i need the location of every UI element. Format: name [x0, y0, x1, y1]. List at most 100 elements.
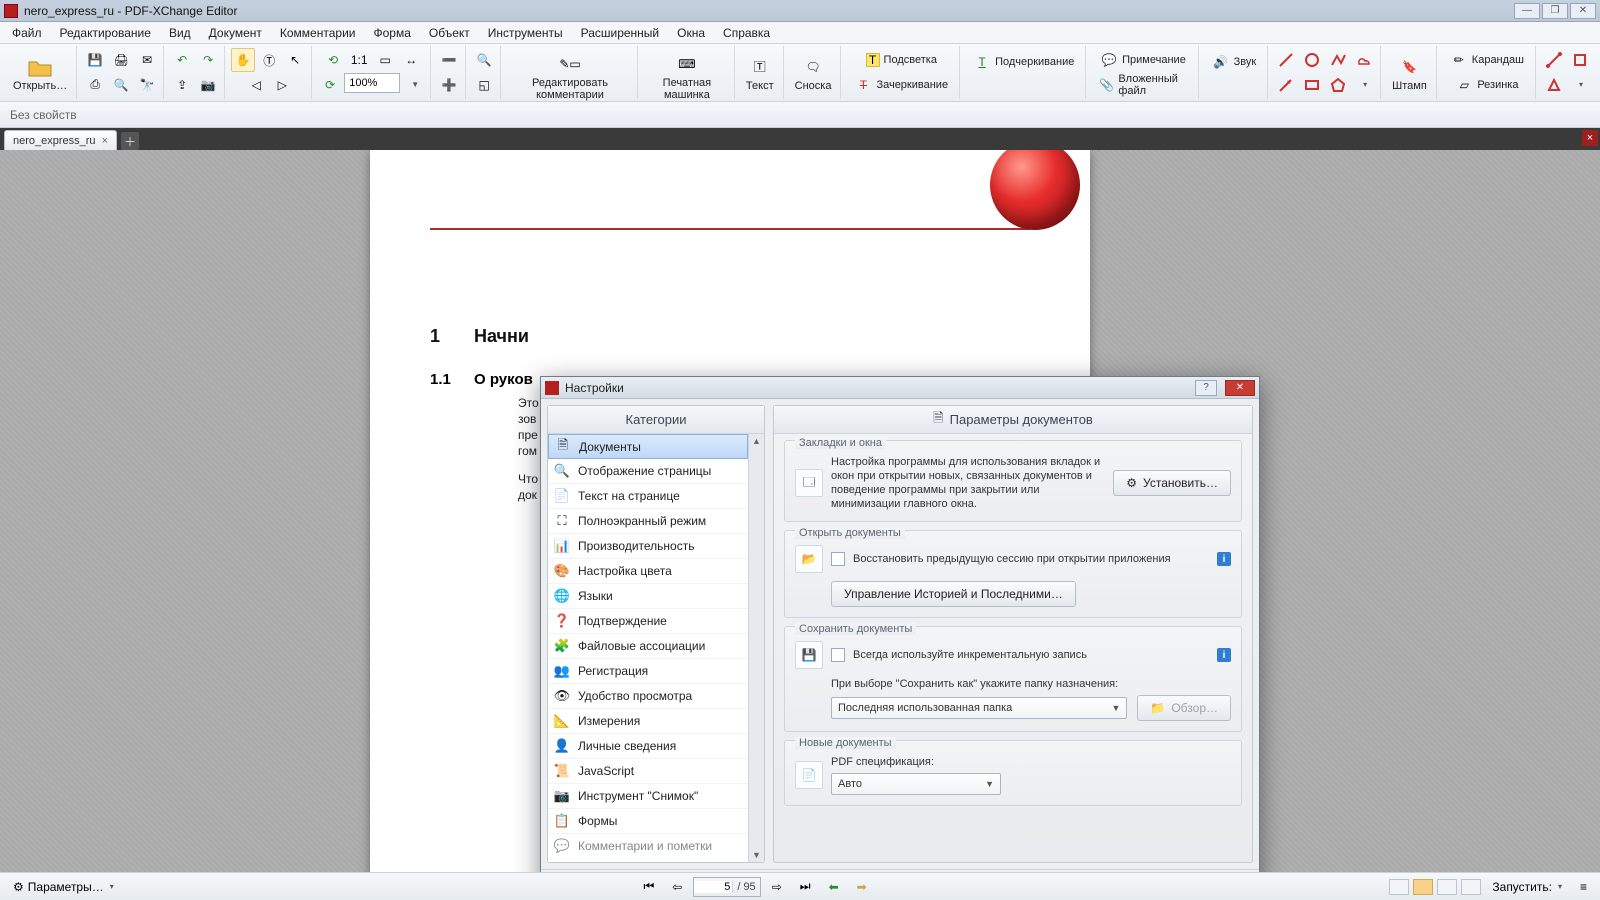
- dialog-close-button[interactable]: ✕: [1225, 380, 1255, 396]
- last-page-button[interactable]: ⏭: [793, 877, 818, 897]
- measure-area-button[interactable]: [1542, 73, 1566, 97]
- close-pane-button[interactable]: ×: [1582, 130, 1598, 146]
- select-text-button[interactable]: Ⓣ: [257, 48, 281, 72]
- category-performance[interactable]: 📊Производительность: [548, 534, 748, 559]
- run-button[interactable]: Запустить: ▾: [1485, 877, 1569, 897]
- shape-more-button[interactable]: ▾: [1352, 73, 1376, 97]
- sound-button[interactable]: 🔊Звук: [1205, 51, 1264, 73]
- pan-zoom-button[interactable]: ◱: [472, 73, 496, 97]
- category-forms[interactable]: 📋Формы: [548, 809, 748, 834]
- redo-button[interactable]: ↷: [196, 48, 220, 72]
- measure-dist-button[interactable]: [1542, 48, 1566, 72]
- menu-edit[interactable]: Редактирование: [52, 24, 159, 42]
- layout-facing-button[interactable]: [1437, 879, 1457, 895]
- search-button[interactable]: 🔍: [109, 73, 133, 97]
- menu-object[interactable]: Объект: [421, 24, 478, 42]
- find-button[interactable]: 🔭: [135, 73, 159, 97]
- category-comments-marks[interactable]: 💬Комментарии и пометки: [548, 834, 748, 859]
- dialog-titlebar[interactable]: Настройки ? ✕: [541, 377, 1259, 399]
- mail-button[interactable]: ✉: [135, 48, 159, 72]
- menu-form[interactable]: Форма: [365, 24, 418, 42]
- new-tab-button[interactable]: ＋: [121, 132, 139, 150]
- info-icon[interactable]: i: [1217, 648, 1231, 662]
- category-file-assoc[interactable]: 🧩Файловые ассоциации: [548, 634, 748, 659]
- sticky-note-button[interactable]: 💬Примечание: [1093, 49, 1193, 71]
- rotate-cw-button[interactable]: ⟳: [318, 73, 342, 97]
- pointer-button[interactable]: ↖: [283, 48, 307, 72]
- next-page-button[interactable]: ⇨: [765, 877, 789, 897]
- shape-rect-button[interactable]: [1300, 73, 1324, 97]
- pdf-spec-combo[interactable]: Авто ▼: [831, 773, 1001, 795]
- nav-fwd-button[interactable]: ➡: [850, 877, 874, 897]
- layout-single-button[interactable]: [1389, 879, 1409, 895]
- menu-advanced[interactable]: Расширенный: [573, 24, 668, 42]
- category-fullscreen[interactable]: ⛶Полноэкранный режим: [548, 509, 748, 534]
- measure-more-button[interactable]: ▾: [1568, 73, 1592, 97]
- edit-comments-button[interactable]: ✎▭ Редактировать комментарии: [507, 48, 633, 104]
- pencil-button[interactable]: ✏Карандаш: [1443, 49, 1531, 71]
- first-page-button[interactable]: ⏮: [636, 877, 661, 897]
- menu-comments[interactable]: Комментарии: [272, 24, 364, 42]
- category-registration[interactable]: 👥Регистрация: [548, 659, 748, 684]
- undo-button[interactable]: ↶: [170, 48, 194, 72]
- close-button[interactable]: ✕: [1570, 3, 1596, 19]
- scan-button[interactable]: ⎙: [83, 73, 107, 97]
- open-button[interactable]: Открыть…: [8, 51, 72, 95]
- attach-file-button[interactable]: 📎Вложенный файл: [1092, 74, 1193, 96]
- zoom-in-button[interactable]: ➕: [437, 73, 461, 97]
- status-menu-button[interactable]: ≡: [1573, 877, 1594, 897]
- fit-width-button[interactable]: ↔: [399, 48, 423, 72]
- shape-line-button[interactable]: [1274, 48, 1298, 72]
- shape-circle-button[interactable]: [1300, 48, 1324, 72]
- nav-back-button[interactable]: ⬅: [822, 877, 846, 897]
- tab-close-icon[interactable]: ×: [102, 135, 108, 147]
- hand-tool-button[interactable]: ✋: [231, 48, 255, 72]
- incremental-save-checkbox[interactable]: [831, 648, 845, 662]
- print-button[interactable]: 🖨: [109, 48, 133, 72]
- actual-size-button[interactable]: 1:1: [347, 48, 371, 72]
- manage-history-button[interactable]: Управление Историей и Последними…: [831, 581, 1076, 607]
- prev-tool-button[interactable]: ◁: [244, 73, 268, 97]
- measure-perim-button[interactable]: [1568, 48, 1592, 72]
- menu-tools[interactable]: Инструменты: [480, 24, 571, 42]
- category-javascript[interactable]: 📜JavaScript: [548, 759, 748, 784]
- document-area[interactable]: 1Начни 1.1О руков Это зов пре гом Что до…: [0, 150, 1600, 872]
- maximize-button[interactable]: ❐: [1542, 3, 1568, 19]
- categories-list[interactable]: 🗎Документы 🔍Отображение страницы 📄Текст …: [548, 434, 748, 862]
- status-options-button[interactable]: ⚙ Параметры… ▾: [6, 877, 121, 897]
- category-accessibility[interactable]: 👁Удобство просмотра: [548, 684, 748, 709]
- save-button[interactable]: 💾: [83, 48, 107, 72]
- scroll-down-icon[interactable]: ▼: [752, 850, 761, 860]
- eraser-button[interactable]: ▱Резинка: [1448, 74, 1525, 96]
- layout-facing-cont-button[interactable]: [1461, 879, 1481, 895]
- category-identity[interactable]: 👤Личные сведения: [548, 734, 748, 759]
- menu-document[interactable]: Документ: [201, 24, 270, 42]
- dialog-help-button[interactable]: ?: [1195, 380, 1217, 396]
- footnote-button[interactable]: 🗨 Сноска: [790, 51, 837, 95]
- text-tool-button[interactable]: 🅃 Текст: [741, 51, 779, 95]
- export-button[interactable]: ⇪: [170, 73, 194, 97]
- category-color[interactable]: 🎨Настройка цвета: [548, 559, 748, 584]
- info-icon[interactable]: i: [1217, 552, 1231, 566]
- menu-windows[interactable]: Окна: [669, 24, 713, 42]
- menu-file[interactable]: Файл: [4, 24, 50, 42]
- shape-polyline-button[interactable]: [1326, 48, 1350, 72]
- typewriter-button[interactable]: ⌨ Печатная машинка: [644, 48, 730, 104]
- document-tab[interactable]: nero_express_ru ×: [4, 130, 117, 150]
- category-confirm[interactable]: ❓Подтверждение: [548, 609, 748, 634]
- highlight-button[interactable]: TПодсветка: [859, 49, 944, 71]
- category-languages[interactable]: 🌐Языки: [548, 584, 748, 609]
- shape-polygon-button[interactable]: [1326, 73, 1350, 97]
- minimize-button[interactable]: —: [1514, 3, 1540, 19]
- saveas-folder-combo[interactable]: Последняя использованная папка ▼: [831, 697, 1127, 719]
- scroll-up-icon[interactable]: ▲: [752, 436, 761, 446]
- page-input[interactable]: [694, 881, 732, 893]
- configure-tabs-button[interactable]: ⚙Установить…: [1113, 470, 1231, 496]
- underline-button[interactable]: TПодчеркивание: [966, 51, 1081, 73]
- zoom-dropdown[interactable]: ▼: [402, 73, 426, 97]
- stamp-button[interactable]: 🔖 Штамп: [1387, 51, 1432, 95]
- fit-page-button[interactable]: ▭: [373, 48, 397, 72]
- restore-session-checkbox[interactable]: [831, 552, 845, 566]
- layout-continuous-button[interactable]: [1413, 879, 1433, 895]
- shape-cloud-button[interactable]: [1352, 48, 1376, 72]
